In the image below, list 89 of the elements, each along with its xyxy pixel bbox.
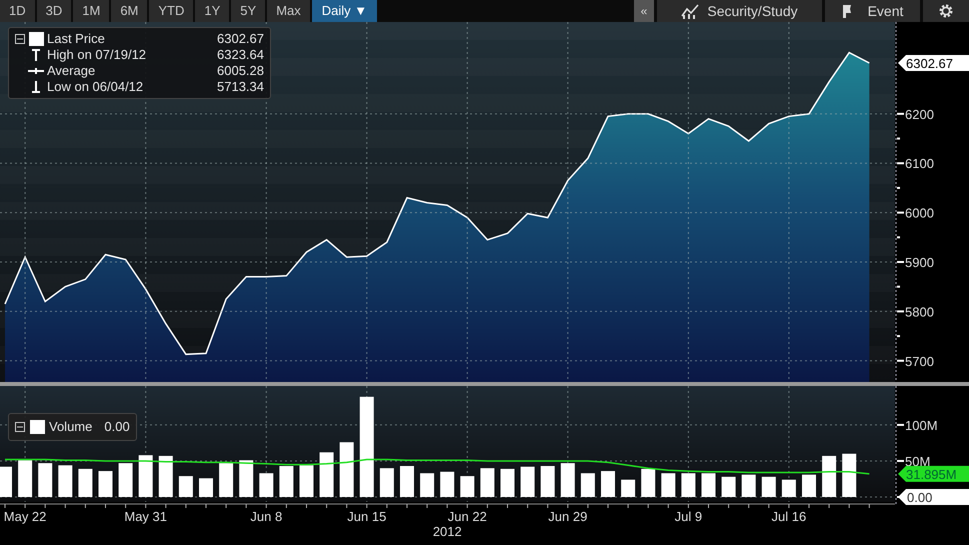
axis-label: Jun 22 xyxy=(448,509,487,524)
event-button[interactable]: Event xyxy=(825,0,920,22)
legend-value: 6302.67 xyxy=(217,30,264,48)
axis-label: 5700 xyxy=(905,354,934,369)
axis-label: 5800 xyxy=(905,304,934,320)
volume-bar xyxy=(480,468,494,497)
volume-bar xyxy=(259,473,274,497)
volume-bar xyxy=(219,463,234,497)
legend-label: Average xyxy=(47,62,96,80)
legend-value: 6323.64 xyxy=(217,46,264,64)
volume-bar xyxy=(38,463,52,497)
volume-bar xyxy=(460,476,474,497)
volume-bar xyxy=(400,466,414,497)
volume-bar xyxy=(641,468,656,497)
interval-dropdown[interactable]: Daily ▼ xyxy=(312,0,378,22)
axis-label: 6100 xyxy=(905,156,934,172)
volume-bar xyxy=(802,474,816,497)
square-icon xyxy=(28,32,44,46)
volume-bar xyxy=(842,454,856,497)
year-label: 2012 xyxy=(432,524,462,539)
volume-bar xyxy=(18,460,32,497)
range-tab[interactable]: 1Y xyxy=(195,0,230,22)
collapse-icon[interactable] xyxy=(15,422,25,432)
volume-bar xyxy=(540,466,555,497)
range-tab[interactable]: 1D xyxy=(0,0,35,22)
square-icon xyxy=(29,420,45,434)
legend-label: Volume xyxy=(49,418,92,436)
range-tab[interactable]: 6M xyxy=(111,0,148,22)
average-tag: 31.895M xyxy=(898,466,969,482)
settings-button[interactable] xyxy=(923,0,969,22)
axis-label: 6200 xyxy=(905,106,934,122)
security-study-button[interactable]: Security/Study xyxy=(657,0,822,22)
volume-bar xyxy=(520,466,535,497)
volume-bar xyxy=(58,465,72,497)
volume-bar xyxy=(702,473,716,497)
price-tag: 6302.67 xyxy=(898,55,969,71)
volume-bar xyxy=(340,442,354,497)
volume-bar xyxy=(380,468,394,497)
range-tab[interactable]: 5Y xyxy=(231,0,266,22)
volume-bar xyxy=(782,480,796,497)
legend-label: Low on 06/04/12 xyxy=(47,78,144,96)
volume-bar xyxy=(279,466,294,497)
volume-bar xyxy=(681,473,696,497)
volume-bar xyxy=(0,466,12,497)
axis-label: Jun 15 xyxy=(347,509,386,524)
chart-line-icon xyxy=(681,3,700,19)
volume-bar xyxy=(500,468,514,497)
volume-bar xyxy=(621,480,636,497)
volume-bar xyxy=(440,472,454,497)
y-tick-label: 0.00 xyxy=(907,490,932,505)
axis-label: Jun 8 xyxy=(250,509,282,524)
volume-bar xyxy=(199,478,213,497)
axis-label: Jun 29 xyxy=(548,509,588,524)
axis-label: Jul 9 xyxy=(674,509,702,524)
volume-bar xyxy=(118,463,133,497)
volume-bar xyxy=(420,473,434,497)
range-tab[interactable]: 3D xyxy=(36,0,72,22)
volume-bar xyxy=(822,456,836,497)
legend-value: 0.00 xyxy=(104,418,130,436)
flag-icon xyxy=(842,4,852,18)
volume-bar xyxy=(138,455,153,497)
axis-label: 5900 xyxy=(905,255,934,270)
axis-label: 100M xyxy=(905,418,938,433)
collapse-icon[interactable] xyxy=(15,34,25,44)
axis-label: Jul 16 xyxy=(772,509,806,524)
volume-bar xyxy=(560,463,575,497)
legend-value: 5713.34 xyxy=(217,78,264,96)
axis-label: 6000 xyxy=(905,206,934,221)
volume-bar xyxy=(98,471,112,497)
legend-value: 6005.28 xyxy=(217,62,264,80)
volume-bar xyxy=(580,473,595,497)
volume-bar xyxy=(722,476,736,497)
volume-bar xyxy=(178,476,193,497)
volume-bar xyxy=(601,471,615,497)
volume-bar xyxy=(742,474,756,497)
volume-bar xyxy=(320,452,334,497)
volume-bar xyxy=(300,465,314,497)
volume-bar xyxy=(661,473,676,497)
axis-label: May 31 xyxy=(124,509,168,524)
legend-label: High on 07/19/12 xyxy=(47,46,146,64)
value-tag: 0.00 xyxy=(898,489,969,505)
range-tab[interactable]: Max xyxy=(267,0,310,22)
legend-label: Last Price xyxy=(47,30,105,48)
range-tab[interactable]: 1M xyxy=(73,0,110,22)
volume-bar xyxy=(239,460,254,497)
range-tab[interactable]: YTD xyxy=(149,0,194,22)
axis-label: May 22 xyxy=(4,509,46,524)
settings-icon xyxy=(939,4,953,18)
collapse-button[interactable]: « xyxy=(634,0,654,22)
